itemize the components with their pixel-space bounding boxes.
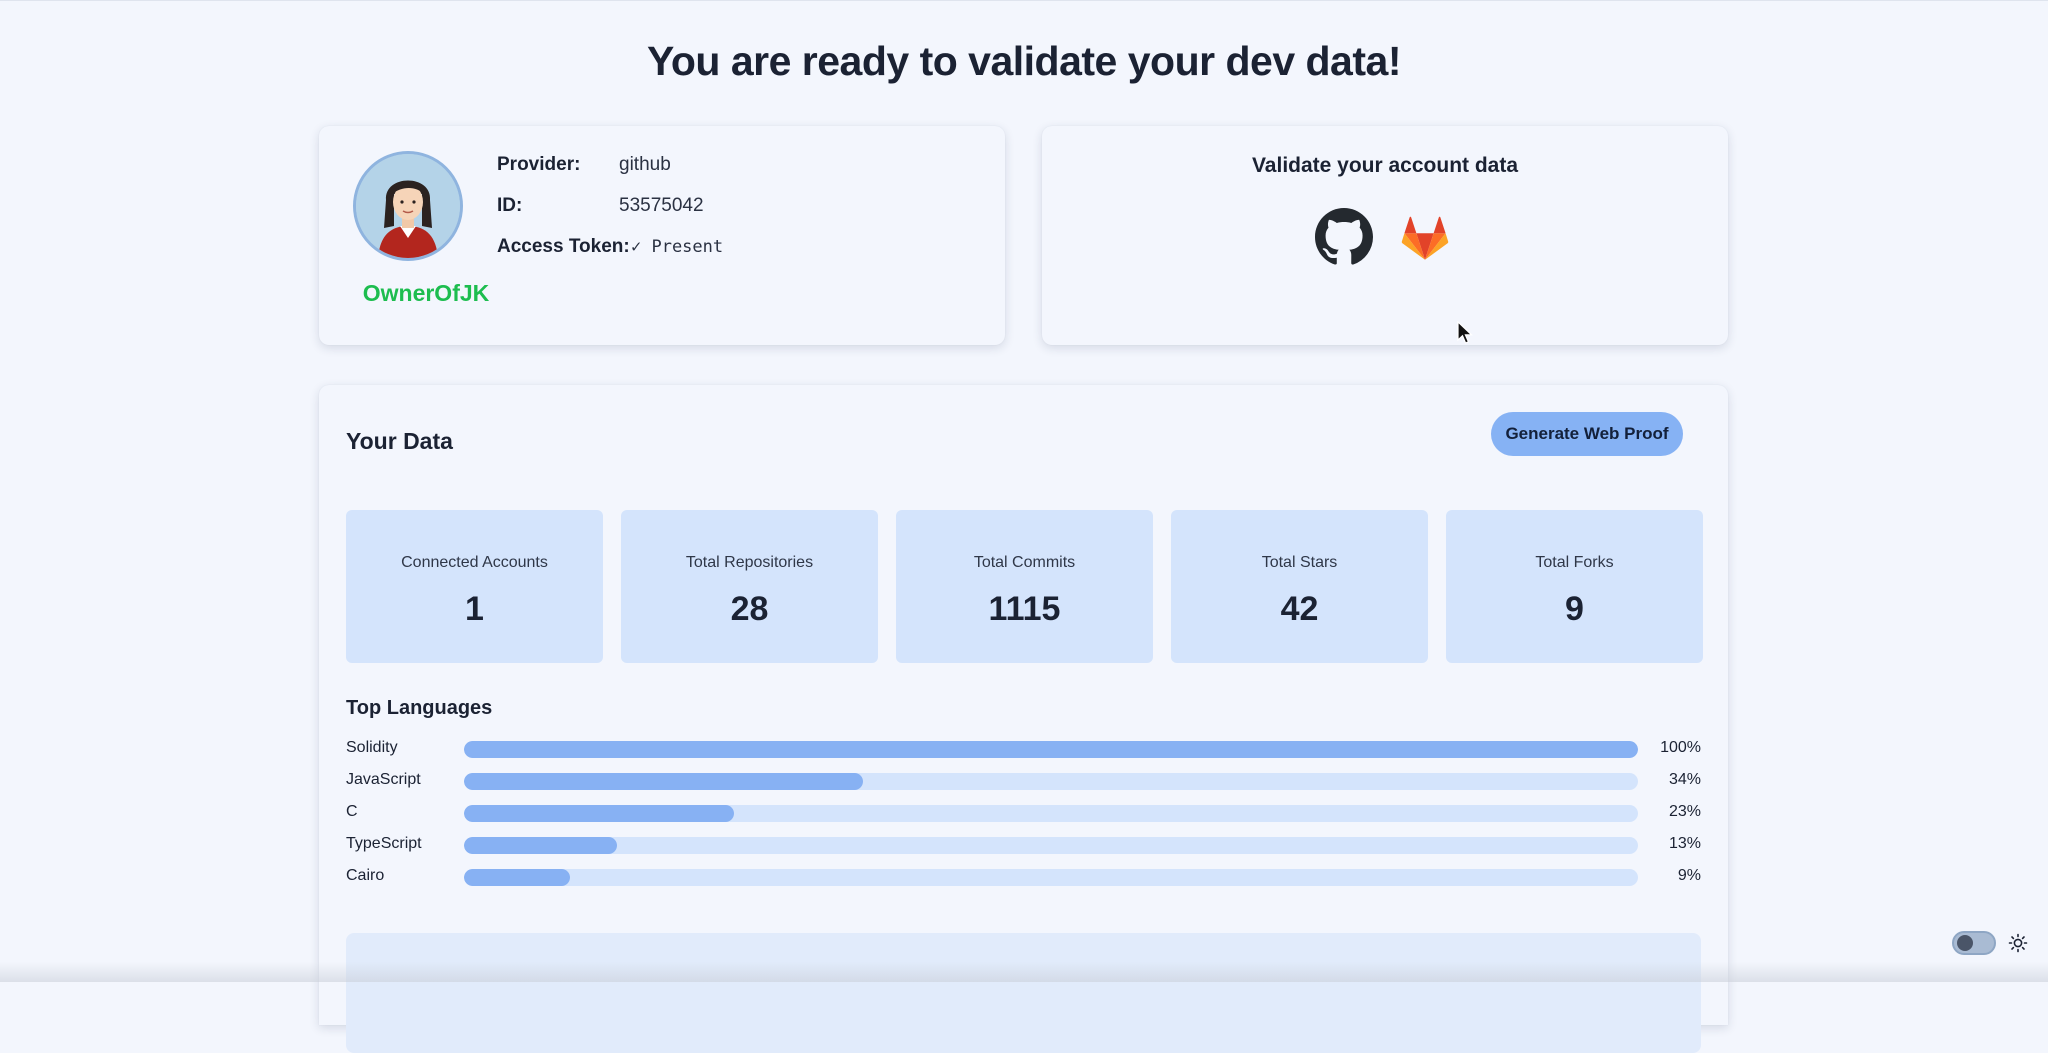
language-bar-fill <box>464 741 1638 758</box>
validate-title: Validate your account data <box>1251 154 1519 177</box>
language-bar-track <box>464 805 1638 822</box>
stat-label: Total Repositories <box>685 554 814 571</box>
top-languages-title: Top Languages <box>346 697 493 719</box>
bottom-edge-shadow <box>0 962 2048 982</box>
sun-icon <box>2008 933 2028 953</box>
language-bar-track <box>464 837 1638 854</box>
language-row: Cairo 9% <box>346 867 1701 887</box>
language-row: TypeScript 13% <box>346 835 1701 855</box>
id-value: 53575042 <box>619 195 704 216</box>
language-percent: 13% <box>1668 835 1701 852</box>
profile-card: OwnerOfJK Provider: github ID: 53575042 … <box>319 126 1005 345</box>
avatar-illustration-icon <box>356 154 460 258</box>
language-percent: 9% <box>1677 867 1701 884</box>
validate-card: Validate your account data <box>1042 126 1728 345</box>
language-name: Solidity <box>346 739 398 756</box>
access-token-value: ✓ Present <box>631 237 724 257</box>
toggle-knob <box>1957 935 1973 951</box>
theme-toggle[interactable] <box>1952 931 1996 955</box>
language-name: Cairo <box>346 867 385 884</box>
avatar <box>353 151 463 261</box>
stat-label: Total Stars <box>1261 554 1338 571</box>
language-name: TypeScript <box>346 835 422 852</box>
lower-panel <box>346 933 1701 1053</box>
provider-label: Provider: <box>497 154 581 175</box>
language-name: JavaScript <box>346 771 421 788</box>
stat-value: 9 <box>1565 590 1584 628</box>
access-token-label: Access Token: <box>497 236 630 257</box>
stat-connected-accounts: Connected Accounts 1 <box>346 510 603 663</box>
language-bar-track <box>464 741 1638 758</box>
stat-label: Total Forks <box>1535 554 1614 571</box>
stat-value: 28 <box>730 590 769 628</box>
language-bar-fill <box>464 869 570 886</box>
language-name: C <box>346 803 358 820</box>
provider-value: github <box>619 154 671 175</box>
mouse-cursor-icon <box>1457 320 1474 345</box>
language-row: C 23% <box>346 803 1701 823</box>
page-title: You are ready to validate your dev data! <box>647 38 1401 84</box>
generate-web-proof-button[interactable]: Generate Web Proof <box>1491 412 1683 456</box>
stat-total-repositories: Total Repositories 28 <box>621 510 878 663</box>
username: OwnerOfJK <box>362 280 490 306</box>
language-bar-fill <box>464 773 864 790</box>
stat-total-commits: Total Commits 1115 <box>896 510 1153 663</box>
stat-value: 1 <box>465 590 484 628</box>
language-bar-fill <box>464 805 735 822</box>
language-percent: 100% <box>1660 739 1701 756</box>
github-icon[interactable] <box>1315 208 1373 266</box>
gitlab-icon[interactable] <box>1398 210 1456 268</box>
language-bar-fill <box>464 837 617 854</box>
your-data-title: Your Data <box>346 428 453 454</box>
language-bar-track <box>464 869 1638 886</box>
language-percent: 34% <box>1668 771 1701 788</box>
stat-total-forks: Total Forks 9 <box>1446 510 1703 663</box>
language-percent: 23% <box>1668 803 1701 820</box>
stat-value: 1115 <box>988 590 1061 628</box>
stat-label: Connected Accounts <box>401 554 548 571</box>
language-row: Solidity 100% <box>346 739 1701 759</box>
your-data-card: Your Data Generate Web Proof Connected A… <box>319 385 1728 1053</box>
language-row: JavaScript 34% <box>346 771 1701 791</box>
window-top-border <box>0 0 2048 1</box>
stat-total-stars: Total Stars 42 <box>1171 510 1428 663</box>
id-label: ID: <box>497 195 523 216</box>
stat-label: Total Commits <box>973 554 1076 571</box>
stat-value: 42 <box>1280 590 1319 628</box>
language-bar-track <box>464 773 1638 790</box>
